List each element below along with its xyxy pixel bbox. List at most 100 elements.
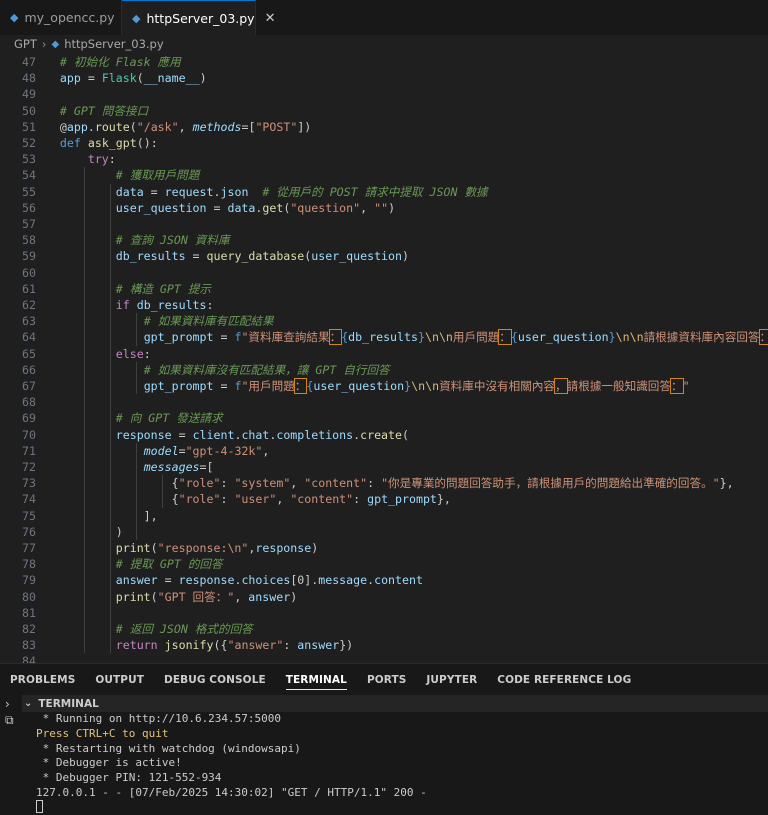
python-file-icon: ◆ xyxy=(10,11,19,24)
code-line[interactable]: 80 print("GPT 回答：", answer) xyxy=(0,589,768,605)
tab-output[interactable]: OUTPUT xyxy=(95,674,144,686)
code-text: model="gpt-4-32k", xyxy=(143,443,270,458)
breadcrumb-file[interactable]: httpServer_03.py xyxy=(64,37,163,51)
code-line[interactable]: 51 @app.route("/ask", methods=["POST"]) xyxy=(0,119,768,135)
line-number: 79 xyxy=(22,573,36,588)
code-editor[interactable]: 47 # 初始化 Flask 應用 48 app = Flask(__name__… xyxy=(0,53,768,663)
line-number: 48 xyxy=(22,71,36,86)
breadcrumb-folder[interactable]: GPT xyxy=(14,37,37,51)
line-number: 61 xyxy=(22,281,36,296)
code-text: else: xyxy=(115,346,151,361)
tab-httpserver-03[interactable]: ◆ httpServer_03.py ✕ xyxy=(122,0,276,36)
chevron-right-icon[interactable]: › xyxy=(5,697,10,711)
code-text: # 如果資料庫有匹配結果 xyxy=(143,314,274,329)
code-line[interactable]: 84 xyxy=(0,653,768,663)
code-text: try: xyxy=(87,152,116,167)
code-text: # 如果資料庫沒有匹配結果，讓 GPT 自行回答 xyxy=(143,362,390,377)
code-line[interactable]: 54 # 獲取用戶問題 xyxy=(0,167,768,183)
code-line[interactable]: 55 data = request.json # 從用戶的 POST 請求中提取… xyxy=(0,184,768,200)
code-line[interactable]: 48 app = Flask(__name__) xyxy=(0,70,768,86)
code-text: print("response:\n",response) xyxy=(115,541,319,555)
code-text: {"role": "user", "content": gpt_prompt}, xyxy=(32,492,451,507)
line-number: 65 xyxy=(22,346,36,361)
code-line[interactable]: 52 def ask_gpt(): xyxy=(0,135,768,151)
code-line[interactable]: 83 return jsonify({"answer": answer}) xyxy=(0,637,768,653)
code-line[interactable]: 68 xyxy=(0,394,768,410)
line-number: 74 xyxy=(22,492,36,507)
line-number: 84 xyxy=(22,654,36,663)
line-number: 76 xyxy=(22,524,36,539)
terminal-line: Press CTRL+C to quit xyxy=(36,726,169,740)
code-line[interactable]: 56 user_question = data.get("question", … xyxy=(0,200,768,216)
code-line[interactable]: 74 {"role": "user", "content": gpt_promp… xyxy=(0,491,768,507)
code-line[interactable]: 67 gpt_prompt = f"用戶問題：{user_question}\n… xyxy=(0,378,768,394)
code-line[interactable]: 58 # 查詢 JSON 資料庫 xyxy=(0,232,768,248)
code-line[interactable]: 78 # 提取 GPT 的回答 xyxy=(0,556,768,572)
code-text: data = request.json # 從用戶的 POST 請求中提取 JS… xyxy=(115,184,488,199)
code-line[interactable]: 73 {"role": "system", "content": "你是專業的問… xyxy=(0,475,768,491)
code-line[interactable]: 70 response = client.chat.completions.cr… xyxy=(0,427,768,443)
close-icon[interactable]: ✕ xyxy=(265,11,276,26)
terminal-line: * Running on http://10.6.234.57:5000 xyxy=(36,712,282,725)
code-line[interactable]: 81 xyxy=(0,605,768,621)
tab-code-reference-log[interactable]: CODE REFERENCE LOG xyxy=(497,674,631,686)
code-line[interactable]: 63 # 如果資料庫有匹配結果 xyxy=(0,313,768,329)
code-line[interactable]: 66 # 如果資料庫沒有匹配結果，讓 GPT 自行回答 xyxy=(0,362,768,378)
tab-label: my_opencc.py xyxy=(24,10,115,25)
terminal-line: * Restarting with watchdog (windowsapi) xyxy=(36,741,301,755)
code-line[interactable]: 64 gpt_prompt = f"資料庫查詢結果：{db_results}\n… xyxy=(0,329,768,346)
line-number: 73 xyxy=(22,476,36,491)
line-number: 60 xyxy=(22,265,36,280)
python-file-icon: ◆ xyxy=(51,38,60,50)
code-line[interactable]: 72 messages=[ xyxy=(0,459,768,475)
line-number: 69 xyxy=(22,411,36,426)
code-text: # 初始化 Flask 應用 xyxy=(59,55,181,69)
code-text: # 獲取用戶問題 xyxy=(115,168,200,183)
code-line[interactable]: 69 # 向 GPT 發送請求 xyxy=(0,410,768,426)
terminal-section-header[interactable]: ⌄ TERMINAL xyxy=(22,695,768,712)
tab-my-opencc[interactable]: ◆ my_opencc.py xyxy=(0,0,122,35)
code-line[interactable]: 57 xyxy=(0,216,768,232)
code-text: user_question = data.get("question", "") xyxy=(115,200,396,215)
code-text: gpt_prompt = f"資料庫查詢結果：{db_results}\n\n用… xyxy=(32,329,768,346)
code-text: # GPT 問答接口 xyxy=(59,103,149,118)
line-number: 56 xyxy=(22,200,36,215)
terminal-header-label: TERMINAL xyxy=(38,697,99,710)
code-text: app = Flask(__name__) xyxy=(59,71,207,86)
code-line[interactable]: 62 if db_results: xyxy=(0,297,768,313)
terminal-session-icon[interactable]: ⧉ xyxy=(5,713,14,728)
code-line[interactable]: 75 ], xyxy=(0,508,768,524)
code-line[interactable]: 65 else: xyxy=(0,346,768,362)
line-number: 57 xyxy=(22,217,36,231)
tab-problems[interactable]: PROBLEMS xyxy=(10,674,75,686)
code-text: # 提取 GPT 的回答 xyxy=(115,557,223,572)
code-line[interactable]: 53 try: xyxy=(0,151,768,167)
code-line[interactable]: 49 xyxy=(0,86,768,102)
code-text: # 查詢 JSON 資料庫 xyxy=(115,233,230,248)
line-number: 81 xyxy=(22,605,36,620)
code-line[interactable]: 61 # 構造 GPT 提示 xyxy=(0,281,768,297)
code-line[interactable]: 50 # GPT 問答接口 xyxy=(0,103,768,119)
code-line[interactable]: 79 answer = response.choices[0].message.… xyxy=(0,572,768,588)
code-line[interactable]: 77 print("response:\n",response) xyxy=(0,540,768,556)
code-line[interactable]: 71 model="gpt-4-32k", xyxy=(0,443,768,459)
tab-ports[interactable]: PORTS xyxy=(367,674,406,686)
terminal-line: * Debugger is active! xyxy=(36,756,182,770)
tab-jupyter[interactable]: JUPYTER xyxy=(426,674,477,686)
line-number: 47 xyxy=(22,55,36,69)
code-line[interactable]: 47 # 初始化 Flask 應用 xyxy=(0,54,768,70)
line-number: 80 xyxy=(22,589,36,604)
code-line[interactable]: 59 db_results = query_database(user_ques… xyxy=(0,248,768,264)
code-line[interactable]: 82 # 返回 JSON 格式的回答 xyxy=(0,621,768,637)
tab-terminal[interactable]: TERMINAL xyxy=(285,674,347,690)
code-line[interactable]: 76 ) xyxy=(0,524,768,540)
terminal-output[interactable]: * Running on http://10.6.234.57:5000 Pre… xyxy=(22,712,768,815)
code-text: if db_results: xyxy=(115,298,214,312)
line-number: 68 xyxy=(22,395,36,410)
line-number: 64 xyxy=(22,330,36,345)
code-text: # 返回 JSON 格式的回答 xyxy=(115,622,253,636)
tab-debug-console[interactable]: DEBUG CONSOLE xyxy=(164,674,266,686)
code-text: print("GPT 回答：", answer) xyxy=(115,589,298,604)
code-text: @app.route("/ask", methods=["POST"]) xyxy=(32,119,312,134)
code-line[interactable]: 60 xyxy=(0,265,768,281)
